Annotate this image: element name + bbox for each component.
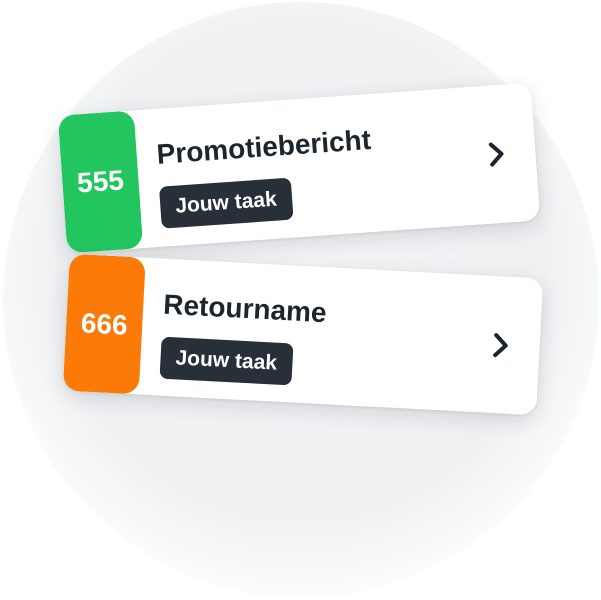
task-number-badge: 555	[57, 110, 144, 254]
task-number: 666	[80, 306, 129, 341]
task-number: 555	[76, 164, 125, 199]
assignment-badge: Jouw taak	[159, 336, 294, 386]
task-card-retourname[interactable]: 666 Retourname Jouw taak	[62, 253, 544, 416]
chevron-right-icon[interactable]	[481, 138, 513, 170]
chevron-right-icon[interactable]	[485, 329, 517, 361]
task-number-badge: 666	[62, 253, 146, 395]
assignment-badge: Jouw taak	[158, 177, 294, 229]
task-title: Retourname	[162, 288, 328, 329]
task-title: Promotiebericht	[155, 123, 372, 170]
